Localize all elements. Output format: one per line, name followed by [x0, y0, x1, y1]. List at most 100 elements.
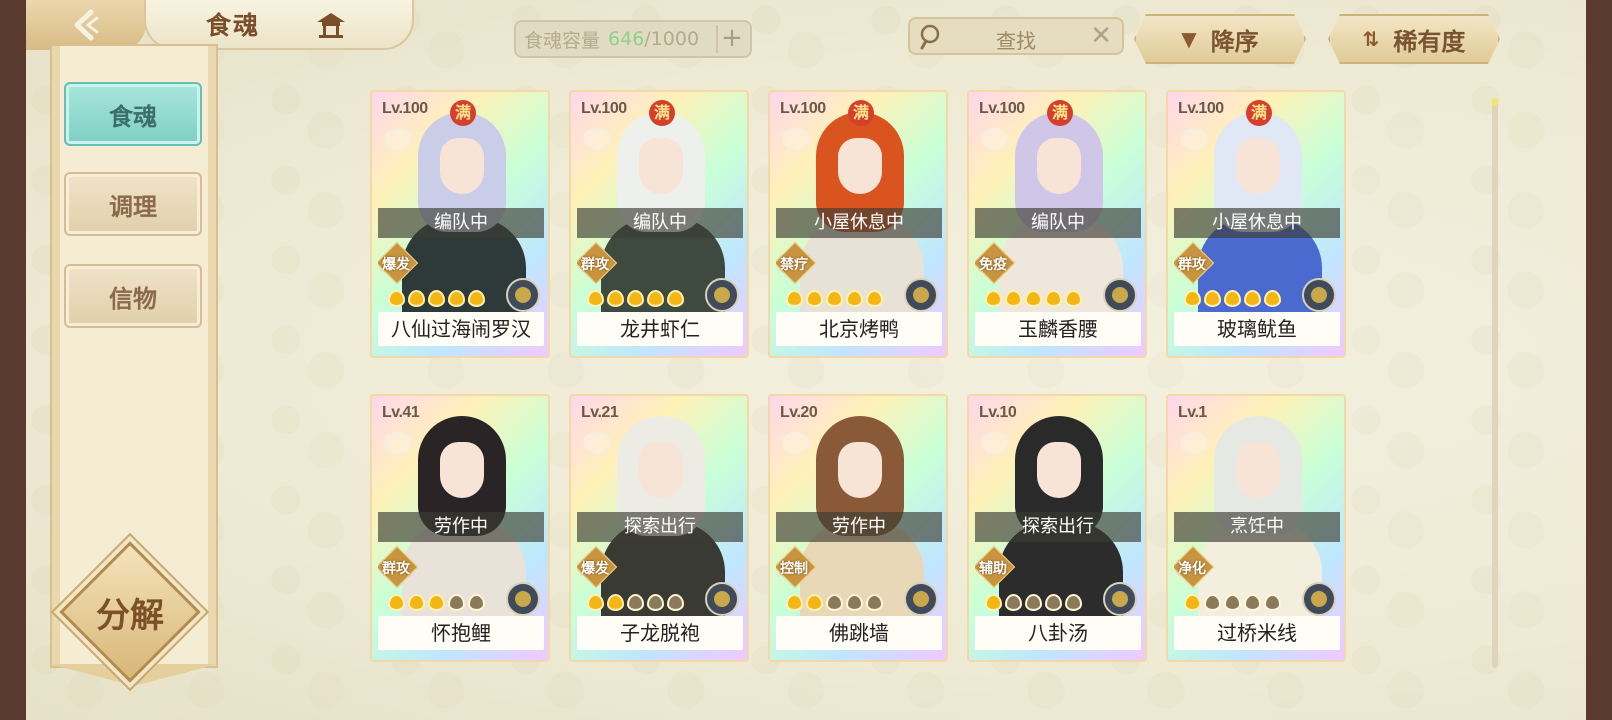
- sort-rarity-label: 稀有度: [1393, 27, 1466, 56]
- star-rating: [1184, 290, 1281, 307]
- card-status: 编队中: [975, 208, 1141, 238]
- card-status: 劳作中: [378, 512, 544, 542]
- flame-star-icon: [587, 290, 604, 307]
- card-level: Lv.1: [1178, 404, 1207, 421]
- star-rating: [985, 290, 1082, 307]
- bowl-icon: [782, 432, 810, 454]
- card-level: Lv.100: [581, 100, 627, 117]
- star-rating: [587, 290, 684, 307]
- bowl-icon: [583, 128, 611, 150]
- role-badge: 净化: [1174, 545, 1215, 589]
- card-inner: Lv.100 满编队中 免疫 玉麟香腰: [975, 98, 1141, 346]
- sort-order-button[interactable]: ▼ 降序: [1134, 14, 1306, 64]
- flame-star-icon: [627, 594, 644, 611]
- food-soul-card[interactable]: Lv.1 烹饪中 净化 过桥米线: [1166, 394, 1346, 662]
- flame-star-icon: [1264, 290, 1281, 307]
- star-rating: [786, 290, 883, 307]
- flame-star-icon: [866, 594, 883, 611]
- card-inner: Lv.100 满小屋休息中 群攻 玻璃鱿鱼: [1174, 98, 1340, 346]
- flame-star-icon: [985, 290, 1002, 307]
- flame-star-icon: [667, 290, 684, 307]
- scrollbar-track[interactable]: [1492, 98, 1498, 668]
- pavilion-icon[interactable]: [314, 10, 348, 40]
- card-inner: Lv.1 烹饪中 净化 过桥米线: [1174, 402, 1340, 650]
- search-input[interactable]: 查找 ✕: [908, 17, 1124, 55]
- flame-star-icon: [1244, 594, 1261, 611]
- flower-emblem-icon: [904, 582, 938, 616]
- role-label: 净化: [1178, 561, 1206, 577]
- role-badge: 爆发: [378, 241, 419, 285]
- flame-star-icon: [647, 594, 664, 611]
- capacity-current: 646: [608, 28, 645, 50]
- sidebar-item-adjust[interactable]: 调理: [64, 172, 202, 236]
- card-name: 佛跳墙: [776, 616, 942, 650]
- food-soul-card[interactable]: Lv.20 劳作中 控制 佛跳墙: [768, 394, 948, 662]
- flame-star-icon: [667, 594, 684, 611]
- card-status: 烹饪中: [1174, 512, 1340, 542]
- food-soul-card[interactable]: Lv.100 满小屋休息中 禁疗 北京烤鸭: [768, 90, 948, 358]
- card-inner: Lv.100 满小屋休息中 禁疗 北京烤鸭: [776, 98, 942, 346]
- flame-star-icon: [866, 290, 883, 307]
- clear-search-icon[interactable]: ✕: [1090, 21, 1112, 51]
- food-soul-card[interactable]: Lv.100 满编队中 爆发 八仙过海闹罗汉: [370, 90, 550, 358]
- bowl-icon: [1180, 432, 1208, 454]
- decompose-label[interactable]: 分解: [74, 588, 186, 637]
- card-inner: Lv.100 满编队中 爆发 八仙过海闹罗汉: [378, 98, 544, 346]
- capacity-display: 食魂容量 646 /1000 +: [514, 20, 752, 58]
- role-label: 辅助: [979, 561, 1007, 577]
- card-name: 龙井虾仁: [577, 312, 743, 346]
- card-status: 小屋休息中: [1174, 208, 1340, 238]
- flower-emblem-icon: [904, 278, 938, 312]
- back-button[interactable]: [26, 0, 146, 50]
- capacity-add-button[interactable]: +: [716, 25, 746, 53]
- card-status: 劳作中: [776, 512, 942, 542]
- star-rating: [388, 594, 485, 611]
- portrait-face: [639, 138, 683, 194]
- role-label: 爆发: [581, 561, 609, 577]
- bowl-icon: [384, 128, 412, 150]
- portrait-face: [1236, 442, 1280, 498]
- sort-rarity-button[interactable]: ⇅ 稀有度: [1328, 14, 1500, 64]
- portrait-face: [440, 138, 484, 194]
- portrait-face: [1037, 442, 1081, 498]
- flame-star-icon: [1184, 290, 1201, 307]
- sidebar-item-food-soul[interactable]: 食魂: [64, 82, 202, 146]
- role-badge: 免疫: [975, 241, 1016, 285]
- card-status: 探索出行: [975, 512, 1141, 542]
- flame-star-icon: [1045, 594, 1062, 611]
- card-level: Lv.100: [382, 100, 428, 117]
- flower-emblem-icon: [1103, 582, 1137, 616]
- flame-star-icon: [786, 594, 803, 611]
- role-label: 群攻: [382, 561, 410, 577]
- star-rating: [786, 594, 883, 611]
- card-name: 八卦汤: [975, 616, 1141, 650]
- food-soul-card[interactable]: Lv.41 劳作中 群攻 怀抱鲤: [370, 394, 550, 662]
- role-label: 群攻: [1178, 257, 1206, 273]
- bowl-icon: [981, 432, 1009, 454]
- page-title: 食魂: [206, 11, 261, 40]
- sidebar-item-label: 信物: [109, 283, 157, 313]
- food-soul-card[interactable]: Lv.10 探索出行 辅助 八卦汤: [967, 394, 1147, 662]
- card-level: Lv.20: [780, 404, 818, 421]
- food-soul-card[interactable]: Lv.100 满编队中 群攻 龙井虾仁: [569, 90, 749, 358]
- role-label: 禁疗: [780, 257, 808, 273]
- food-soul-card[interactable]: Lv.100 满编队中 免疫 玉麟香腰: [967, 90, 1147, 358]
- flame-star-icon: [607, 290, 624, 307]
- role-label: 爆发: [382, 257, 410, 273]
- card-level: Lv.100: [979, 100, 1025, 117]
- scrollbar-thumb[interactable]: [1492, 98, 1498, 106]
- flame-star-icon: [806, 290, 823, 307]
- food-soul-card[interactable]: Lv.21 探索出行 爆发 子龙脱袍: [569, 394, 749, 662]
- card-name: 八仙过海闹罗汉: [378, 312, 544, 346]
- sidebar-item-token[interactable]: 信物: [64, 264, 202, 328]
- food-soul-card[interactable]: Lv.100 满小屋休息中 群攻 玻璃鱿鱼: [1166, 90, 1346, 358]
- flame-star-icon: [826, 290, 843, 307]
- role-badge: 禁疗: [776, 241, 817, 285]
- role-label: 免疫: [979, 257, 1007, 273]
- flame-star-icon: [1065, 290, 1082, 307]
- role-badge: 爆发: [577, 545, 618, 589]
- capacity-max: /1000: [644, 28, 700, 50]
- card-name: 玉麟香腰: [975, 312, 1141, 346]
- sidebar-item-label: 调理: [109, 191, 157, 221]
- card-status: 编队中: [577, 208, 743, 238]
